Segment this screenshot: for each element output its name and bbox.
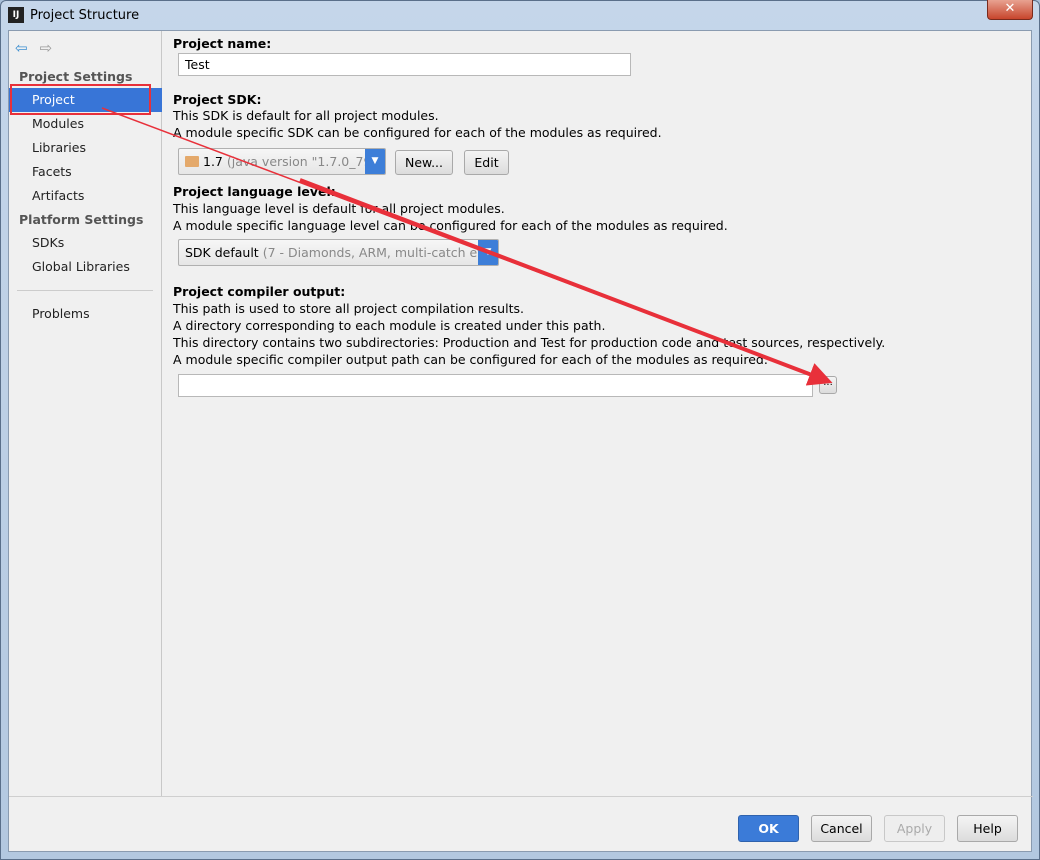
output-desc-1: This path is used to store all project c… [173, 301, 524, 316]
help-button[interactable]: Help [957, 815, 1018, 842]
sidebar-item-modules[interactable]: Modules [9, 112, 162, 136]
dialog-body: ⇦ ⇨ Project Settings Project Modules Libr… [8, 30, 1033, 852]
browse-button[interactable]: ... [819, 376, 837, 394]
language-desc-2: A module specific language level can be … [173, 218, 728, 233]
language-detail: (7 - Diamonds, ARM, multi-catch etc.) [262, 245, 498, 260]
output-desc-4: A module specific compiler output path c… [173, 352, 768, 367]
footer-divider [9, 796, 1033, 797]
section-project-settings: Project Settings [19, 69, 133, 84]
window-title: Project Structure [30, 7, 140, 23]
back-arrow-icon[interactable]: ⇦ [15, 39, 28, 57]
compiler-output-heading: Project compiler output: [173, 284, 346, 299]
project-name-heading: Project name: [173, 36, 272, 51]
sdk-selected: 1.7 [203, 154, 223, 169]
output-desc-3: This directory contains two subdirectori… [173, 335, 886, 350]
sidebar-divider [17, 290, 153, 291]
apply-button[interactable]: Apply [884, 815, 945, 842]
sidebar-item-sdks[interactable]: SDKs [9, 231, 162, 255]
sdk-desc-1: This SDK is default for all project modu… [173, 108, 439, 123]
project-name-input[interactable]: Test [178, 53, 631, 76]
sidebar-item-facets[interactable]: Facets [9, 160, 162, 184]
sidebar-item-problems[interactable]: Problems [9, 302, 162, 326]
output-desc-2: A directory corresponding to each module… [173, 318, 606, 333]
sidebar-item-global-libraries[interactable]: Global Libraries [9, 255, 162, 279]
chevron-down-icon: ▼ [365, 149, 385, 174]
sdk-new-button[interactable]: New... [395, 150, 453, 175]
language-level-dropdown[interactable]: SDK default (7 - Diamonds, ARM, multi-ca… [178, 239, 499, 266]
close-button[interactable]: ✕ [987, 0, 1033, 20]
chevron-down-icon: ▼ [478, 240, 498, 265]
sdk-desc-2: A module specific SDK can be configured … [173, 125, 662, 140]
language-selected: SDK default [185, 245, 259, 260]
language-level-heading: Project language level: [173, 184, 336, 199]
sidebar-item-libraries[interactable]: Libraries [9, 136, 162, 160]
annotation-highlight-box [10, 84, 151, 115]
forward-arrow-icon[interactable]: ⇨ [40, 39, 53, 57]
project-settings-panel: Project name: Test Project SDK: This SDK… [173, 31, 1033, 796]
sdk-edit-button[interactable]: Edit [464, 150, 509, 175]
title-bar: IJ Project Structure [8, 4, 139, 26]
sidebar: ⇦ ⇨ Project Settings Project Modules Libr… [9, 31, 162, 796]
project-sdk-heading: Project SDK: [173, 92, 262, 107]
language-desc-1: This language level is default for all p… [173, 201, 505, 216]
sdk-detail: (java version "1.7.0_79") [226, 154, 383, 169]
sdk-dropdown[interactable]: 1.7 (java version "1.7.0_79") ▼ [178, 148, 386, 175]
section-platform-settings: Platform Settings [19, 212, 144, 227]
compiler-output-input[interactable] [178, 374, 813, 397]
intellij-app-icon: IJ [8, 7, 24, 23]
sidebar-item-artifacts[interactable]: Artifacts [9, 184, 162, 208]
ok-button[interactable]: OK [738, 815, 799, 842]
cancel-button[interactable]: Cancel [811, 815, 872, 842]
folder-icon [185, 156, 199, 167]
